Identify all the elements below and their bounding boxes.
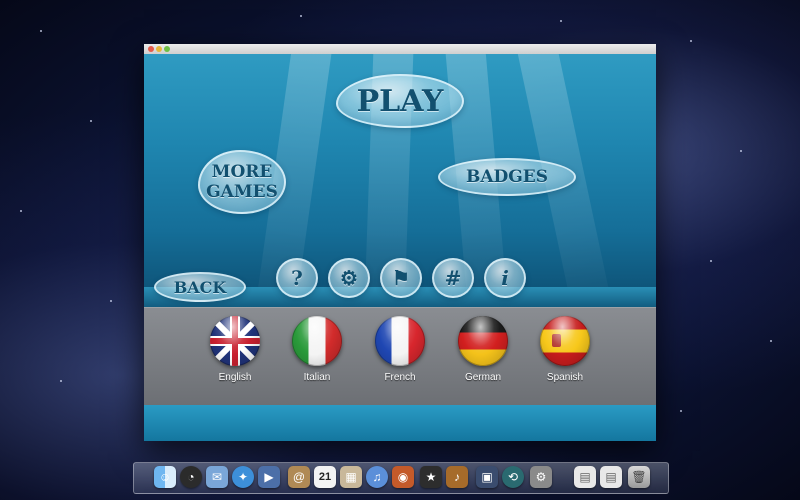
help-button[interactable]: ? [276, 258, 318, 298]
underwater-lower-panel [144, 405, 656, 441]
itunes-icon[interactable]: ♫ [366, 466, 388, 488]
mail-icon[interactable]: ✉ [206, 466, 228, 488]
spain-flag-icon [540, 316, 590, 366]
facetime-icon[interactable]: ▶ [258, 466, 280, 488]
more-games-label-line2: GAMES [206, 182, 278, 202]
documents-stack-icon[interactable]: ▤ [574, 466, 596, 488]
settings-button[interactable]: ⚙ [328, 258, 370, 298]
info-icon: i [501, 266, 509, 290]
mission-control-icon[interactable]: ▣ [476, 466, 498, 488]
system-preferences-icon[interactable]: ⚙ [530, 466, 552, 488]
hash-button[interactable]: # [432, 258, 474, 298]
zoom-window-button[interactable] [164, 46, 170, 52]
dashboard-icon[interactable]: ◔ [180, 466, 202, 488]
flag-button[interactable]: ⚑ [380, 258, 422, 298]
germany-flag-icon [458, 316, 508, 366]
minimize-window-button[interactable] [156, 46, 162, 52]
preview-icon[interactable]: ▦ [340, 466, 362, 488]
trash-icon[interactable]: 🗑 [628, 466, 650, 488]
photo-booth-icon[interactable]: ◉ [392, 466, 414, 488]
language-label: French [384, 372, 416, 383]
address-book-icon[interactable]: @ [288, 466, 310, 488]
imovie-icon[interactable]: ★ [420, 466, 442, 488]
safari-icon[interactable]: ✦ [232, 466, 254, 488]
language-label: English [218, 372, 252, 383]
time-machine-icon[interactable]: ⟲ [502, 466, 524, 488]
language-label: Italian [303, 372, 331, 383]
flag-icon: ⚑ [392, 266, 410, 290]
badges-button[interactable]: BADGES [438, 158, 576, 196]
language-label: Spanish [546, 372, 584, 383]
garageband-icon[interactable]: ♪ [446, 466, 468, 488]
back-label: BACK [173, 277, 227, 297]
play-label: PLAY [356, 83, 444, 119]
finder-icon[interactable]: ☺ [154, 466, 176, 488]
window-titlebar [144, 44, 656, 54]
info-button[interactable]: i [484, 258, 526, 298]
language-label: German [464, 372, 502, 383]
close-window-button[interactable] [148, 46, 154, 52]
italy-flag-icon [292, 316, 342, 366]
calendar-icon[interactable]: 21 [314, 466, 336, 488]
france-flag-icon [375, 316, 425, 366]
downloads-stack-icon[interactable]: ▤ [600, 466, 622, 488]
calendar-day: 21 [318, 471, 332, 483]
language-bar: English Italian French German Spanish [144, 307, 656, 407]
more-games-label-line1: MORE [211, 162, 273, 182]
uk-flag-icon [210, 316, 260, 366]
badges-label: BADGES [465, 167, 549, 187]
settings-icon: ⚙ [340, 266, 358, 290]
play-button[interactable]: PLAY [336, 74, 464, 128]
back-button[interactable]: BACK [154, 272, 246, 302]
underwater-scene: PLAY MORE GAMES BADGES BACK ? ⚙ ⚑ # i [144, 54, 656, 307]
help-icon: ? [291, 266, 303, 290]
more-games-button[interactable]: MORE GAMES [198, 150, 286, 214]
hash-icon: # [444, 266, 462, 290]
language-spanish[interactable]: Spanish [530, 316, 600, 396]
language-german[interactable]: German [448, 316, 518, 396]
language-french[interactable]: French [365, 316, 435, 396]
language-english[interactable]: English [200, 316, 270, 396]
language-italian[interactable]: Italian [282, 316, 352, 396]
app-window: PLAY MORE GAMES BADGES BACK ? ⚙ ⚑ # i En… [144, 44, 656, 441]
